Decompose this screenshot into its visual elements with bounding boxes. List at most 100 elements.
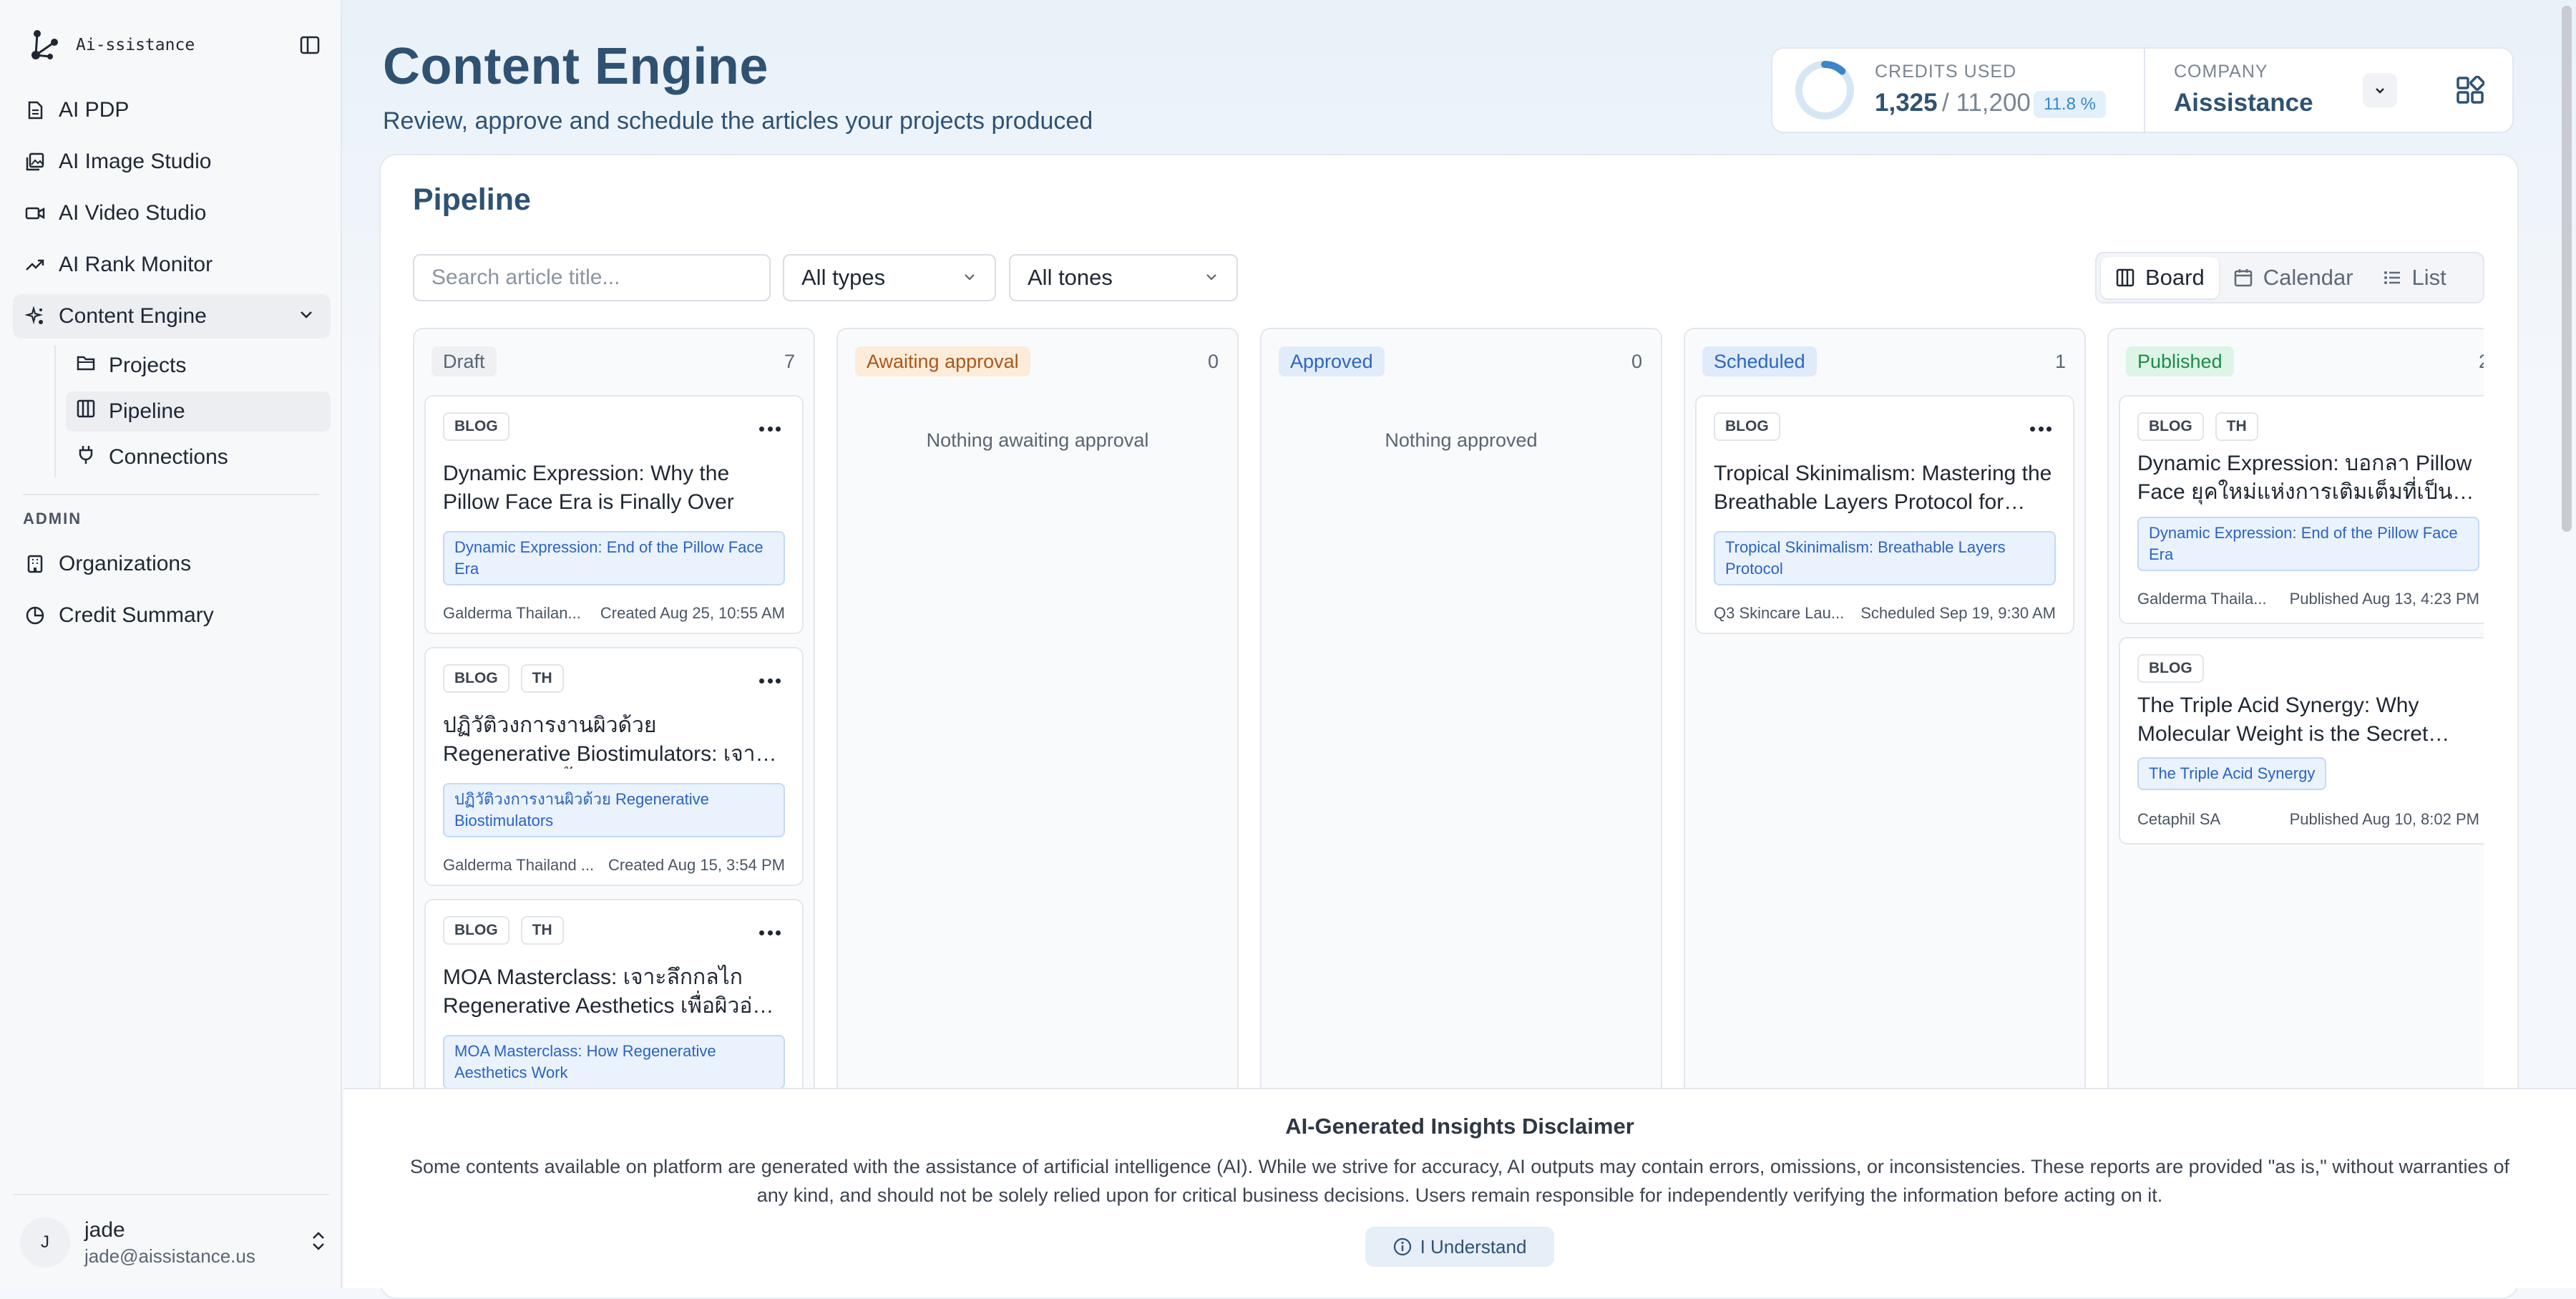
sidebar-item-ai-video-studio[interactable]: AI Video Studio: [13, 191, 331, 235]
card-tags: BLOG: [2137, 654, 2204, 683]
card-project: Galderma Thailand ...: [443, 856, 595, 874]
sidebar-item-ai-pdp[interactable]: AI PDP: [13, 88, 331, 132]
card-date: Published Aug 10, 8:02 PM: [2289, 810, 2479, 828]
card-date: Published Aug 13, 4:23 PM: [2289, 590, 2479, 608]
article-card[interactable]: BLOG TH MOA Masterclass: เจาะลึกกลไก Rege…: [424, 899, 804, 1115]
article-card[interactable]: BLOG TH ปฏิวัติวงการงานผิวด้วย Regenerati…: [424, 647, 804, 886]
sidebar-item-label: Projects: [109, 354, 187, 377]
sidebar-item-label: AI PDP: [59, 98, 130, 122]
card-tags: BLOG TH: [2137, 412, 2258, 441]
more-options-button[interactable]: [2030, 425, 2051, 432]
sidebar-item-projects[interactable]: Projects: [66, 346, 331, 386]
tone-filter-select[interactable]: All tones: [1009, 254, 1238, 301]
card-meta: Galderma Thailand ... Created Aug 15, 3:5…: [443, 856, 785, 875]
disclaimer-text: Some contents available on platform are …: [409, 1156, 2510, 1206]
card-meta: Cetaphil SA Published Aug 10, 8:02 PM: [2137, 810, 2479, 829]
credits-used: 1,325: [1875, 89, 1938, 117]
project-topic-chip: Dynamic Expression: End of the Pillow Fa…: [2137, 517, 2479, 571]
type-tag: BLOG: [2137, 412, 2204, 441]
search-input[interactable]: [413, 254, 771, 301]
status-badge: Approved: [1279, 346, 1385, 376]
scrollbar-thumb[interactable]: [2562, 6, 2572, 532]
sidebar-item-connections[interactable]: Connections: [66, 437, 331, 477]
status-badge: Awaiting approval: [855, 346, 1030, 376]
card-project: Q3 Skincare Lau...: [1714, 604, 1845, 622]
more-options-button[interactable]: [759, 677, 781, 684]
panel-left-icon: [300, 36, 320, 54]
column-header: Approved 0: [1279, 346, 1642, 376]
divider: [23, 494, 319, 495]
disclaimer-title: AI-Generated Insights Disclaimer: [1285, 1114, 1634, 1139]
article-card[interactable]: BLOG TH Dynamic Expression: บอกลา Pillow …: [2119, 395, 2484, 624]
more-options-button[interactable]: [759, 929, 781, 936]
disclaimer-banner: AI-Generated Insights Disclaimer Some co…: [343, 1088, 2576, 1288]
view-board-button[interactable]: Board: [2101, 257, 2219, 298]
building-icon: [24, 553, 46, 575]
type-filter-select[interactable]: All types: [783, 254, 996, 301]
info-icon: [1393, 1237, 1411, 1256]
sidebar-item-label: Credit Summary: [59, 603, 214, 627]
sidebar-item-organizations[interactable]: Organizations: [13, 542, 331, 586]
sidebar-item-credit-summary[interactable]: Credit Summary: [13, 593, 331, 638]
video-icon: [24, 203, 46, 224]
divider: [2144, 47, 2145, 133]
column-count: 7: [784, 350, 795, 372]
sidebar-item-label: Connections: [109, 445, 228, 469]
view-calendar-button[interactable]: Calendar: [2219, 257, 2368, 298]
column-header: Awaiting approval 0: [855, 346, 1219, 376]
view-label: Calendar: [2263, 265, 2353, 290]
sidebar-item-content-engine[interactable]: Content Engine: [13, 294, 331, 339]
column-count: 0: [1631, 350, 1642, 372]
columns-icon: [76, 399, 96, 424]
sidebar-toggle-button[interactable]: [295, 30, 325, 60]
user-info: jade jade@aissistance.us: [84, 1218, 255, 1268]
column-header: Published 2: [2126, 346, 2484, 376]
type-filter-value: All types: [801, 265, 886, 290]
article-card[interactable]: BLOG Dynamic Expression: Why the Pillow …: [424, 395, 804, 634]
logo-icon: [31, 30, 58, 59]
kanban-board: Draft 7 BLOG Dynamic Expression: Why the…: [413, 328, 2484, 1115]
sidebar-item-ai-image-studio[interactable]: AI Image Studio: [13, 140, 331, 184]
brand[interactable]: Ai-ssistance: [27, 27, 195, 63]
credits-progress-ring: [1795, 61, 1854, 120]
scrollbar[interactable]: [2557, 0, 2576, 1088]
type-tag: BLOG: [2137, 654, 2204, 683]
trend-icon: [24, 254, 46, 276]
status-badge: Scheduled: [1702, 346, 1817, 376]
sidebar-item-ai-rank-monitor[interactable]: AI Rank Monitor: [13, 243, 331, 287]
language-tag: TH: [520, 916, 564, 945]
type-tag: BLOG: [1714, 412, 1780, 441]
project-topic-chip: Dynamic Expression: End of the Pillow Fa…: [443, 531, 785, 585]
user-name: jade: [84, 1217, 125, 1242]
card-project: Galderma Thailan...: [443, 604, 581, 622]
understand-button[interactable]: I Understand: [1365, 1227, 1554, 1267]
article-card[interactable]: BLOG Tropical Skinimalism: Mastering the…: [1695, 395, 2074, 634]
image-icon: [24, 151, 46, 172]
credits-label: CREDITS USED: [1875, 62, 2017, 82]
page-subtitle: Review, approve and schedule the article…: [383, 107, 1093, 135]
understand-label: I Understand: [1420, 1235, 1527, 1257]
chevron-down-icon: [298, 304, 315, 329]
card-date: Created Aug 25, 10:55 AM: [600, 604, 785, 622]
language-tag: TH: [520, 664, 564, 693]
column-scheduled: Scheduled 1 BLOG Tropical Skinimalism: M…: [1684, 328, 2086, 1115]
apps-grid-button[interactable]: [2453, 73, 2487, 107]
sparkles-icon: [24, 306, 46, 327]
sidebar-item-label: Organizations: [59, 552, 192, 575]
view-list-button[interactable]: List: [2368, 257, 2461, 298]
card-title: Tropical Skinimalism: Mastering the Brea…: [1714, 462, 2052, 514]
card-date: Scheduled Sep 19, 9:30 AM: [1860, 604, 2056, 622]
user-menu[interactable]: J jade jade@aissistance.us: [20, 1214, 328, 1271]
sidebar-item-pipeline[interactable]: Pipeline: [66, 391, 331, 432]
column-header: Scheduled 1: [1702, 346, 2066, 376]
folder-icon: [76, 353, 96, 379]
article-card[interactable]: BLOG The Triple Acid Synergy: Why Molecu…: [2119, 637, 2484, 845]
section-title: Pipeline: [413, 183, 531, 217]
project-topic-chip: The Triple Acid Synergy: [2137, 757, 2327, 790]
language-tag: TH: [2215, 412, 2258, 441]
company-dropdown-button[interactable]: [2363, 73, 2397, 107]
columns-icon: [2116, 268, 2135, 287]
user-email: jade@aissistance.us: [84, 1245, 255, 1267]
card-tags: BLOG: [443, 412, 509, 441]
more-options-button[interactable]: [759, 425, 781, 432]
